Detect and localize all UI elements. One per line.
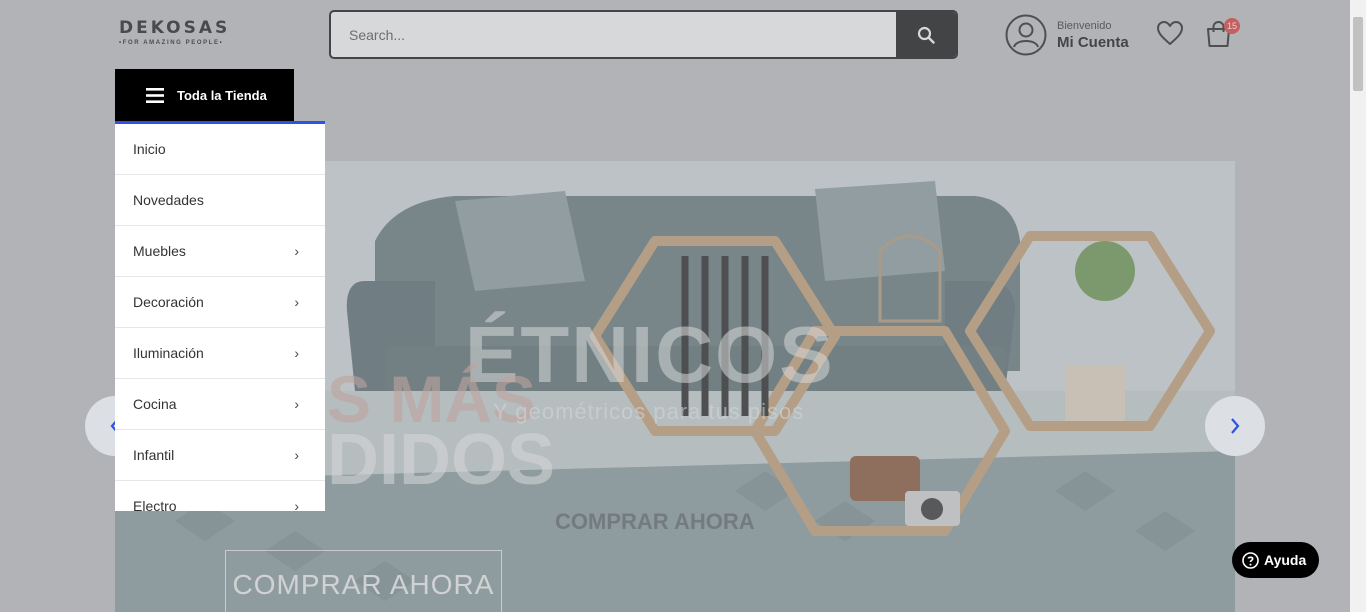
category-label: Novedades xyxy=(133,192,204,208)
logo-tagline: •FOR AMAZING PEOPLE• xyxy=(119,40,224,46)
chevron-right-icon xyxy=(1231,418,1240,434)
account-label: Mi Cuenta xyxy=(1057,33,1129,51)
question-circle-icon xyxy=(1242,551,1259,569)
categories-menu: Inicio Novedades Muebles › Decoración › … xyxy=(115,124,325,511)
page-scrollbar[interactable] xyxy=(1350,0,1366,612)
cart-count-badge: 15 xyxy=(1224,18,1240,34)
chevron-right-icon: › xyxy=(294,498,299,511)
category-item-inicio[interactable]: Inicio xyxy=(115,124,325,175)
hero-cta-label: COMPRAR AHORA xyxy=(232,569,495,600)
chevron-right-icon: › xyxy=(294,294,299,310)
chevron-right-icon: › xyxy=(294,447,299,463)
category-item-cocina[interactable]: Cocina › xyxy=(115,379,325,430)
category-label: Inicio xyxy=(133,141,166,157)
category-label: Muebles xyxy=(133,243,186,259)
search-bar xyxy=(329,10,958,59)
dekosas-logo[interactable]: DEKOSAS •FOR AMAZING PEOPLE• xyxy=(119,18,234,46)
category-label: Cocina xyxy=(133,396,177,412)
category-item-muebles[interactable]: Muebles › xyxy=(115,226,325,277)
heart-icon xyxy=(1157,21,1183,45)
search-input[interactable] xyxy=(331,12,896,57)
chevron-right-icon: › xyxy=(294,345,299,361)
user-icon xyxy=(1005,14,1047,56)
scrollbar-thumb[interactable] xyxy=(1353,17,1363,91)
search-button[interactable] xyxy=(896,12,956,57)
all-categories-label: Toda la Tienda xyxy=(177,87,267,103)
chevron-right-icon: › xyxy=(294,243,299,259)
help-label: Ayuda xyxy=(1264,552,1307,568)
carousel-next-button[interactable] xyxy=(1205,396,1265,456)
category-item-electro[interactable]: Electro › xyxy=(115,481,325,511)
all-categories-button[interactable]: Toda la Tienda xyxy=(115,69,294,121)
category-label: Decoración xyxy=(133,294,204,310)
category-item-iluminacion[interactable]: Iluminación › xyxy=(115,328,325,379)
search-icon xyxy=(917,26,935,44)
account-link[interactable]: Bienvenido Mi Cuenta xyxy=(1005,14,1129,56)
category-item-decoracion[interactable]: Decoración › xyxy=(115,277,325,328)
logo-text: DEKOSAS xyxy=(119,18,231,38)
hero-cta-small[interactable]: COMPRAR AHORA xyxy=(555,509,755,535)
category-item-novedades[interactable]: Novedades xyxy=(115,175,325,226)
category-item-infantil[interactable]: Infantil › xyxy=(115,430,325,481)
category-label: Infantil xyxy=(133,447,175,463)
help-button[interactable]: Ayuda xyxy=(1232,542,1319,578)
category-label: Iluminación xyxy=(133,345,204,361)
hamburger-icon xyxy=(146,87,164,103)
category-label: Electro xyxy=(133,498,177,511)
hero-cta-button[interactable]: COMPRAR AHORA xyxy=(225,550,502,612)
welcome-text: Bienvenido xyxy=(1057,19,1112,32)
wishlist-button[interactable] xyxy=(1156,20,1184,51)
hero-title-tertiary: DIDOS xyxy=(327,420,556,500)
chevron-right-icon: › xyxy=(294,396,299,412)
